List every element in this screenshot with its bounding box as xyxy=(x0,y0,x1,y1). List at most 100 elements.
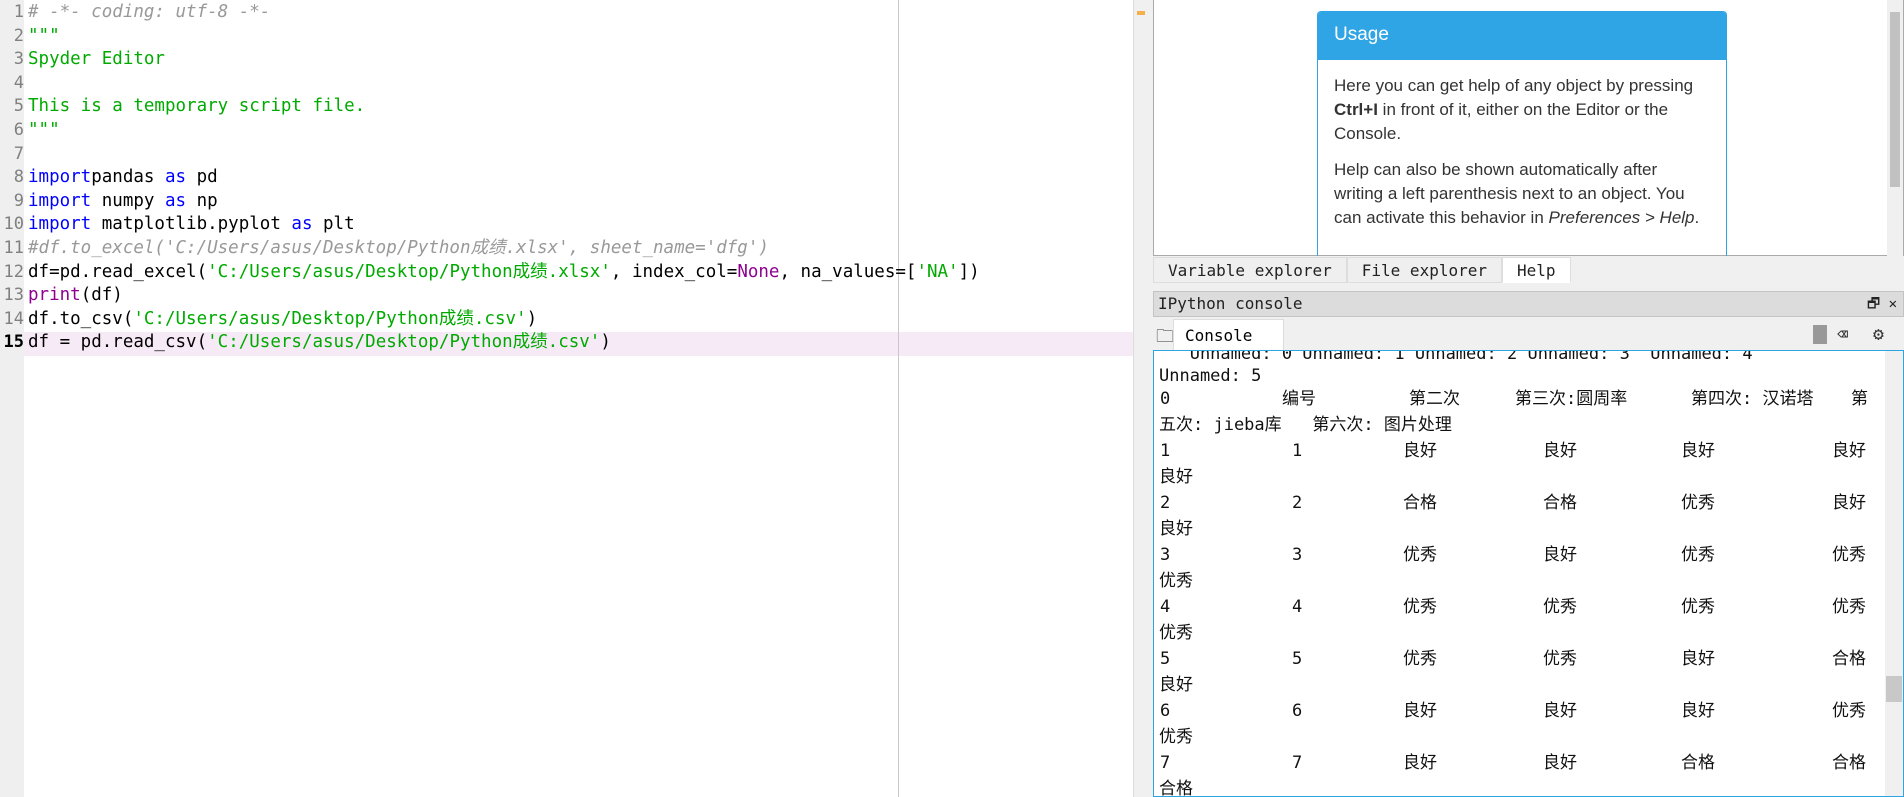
console-cell: 4 xyxy=(1292,597,1303,617)
console-cell: 优秀 xyxy=(1543,597,1577,617)
code-line: df = pd.read_csv('C:/Users/asus/Desktop/… xyxy=(28,331,611,355)
line-number: 5 xyxy=(13,96,24,117)
code-token: Spyder Editor xyxy=(28,49,165,70)
console-line: Unnamed: 5 xyxy=(1159,366,1262,386)
console-cell: 合格 xyxy=(1681,753,1715,773)
console-cell: 第四次: 汉诺塔 xyxy=(1691,389,1814,409)
warning-marker xyxy=(1137,11,1145,15)
usage-paragraph-1: Here you can get help of any object by p… xyxy=(1334,74,1710,146)
code-line: import matplotlib.pyplot as plt xyxy=(28,213,355,237)
console-cell: 5 xyxy=(1160,649,1171,669)
code-token: ) xyxy=(526,308,538,329)
code-token: import xyxy=(28,214,92,235)
help-pane: Usage Here you can get help of any objec… xyxy=(1153,0,1904,256)
console-cell: 优秀 xyxy=(1681,493,1715,513)
line-number: 6 xyxy=(13,120,24,140)
code-token: , index_col= xyxy=(610,261,738,282)
code-token: 'C:/Users/asus/Desktop/Python成绩.xlsx' xyxy=(207,261,611,282)
code-token: as xyxy=(164,167,187,188)
line-number: 4 xyxy=(13,72,24,93)
usage-paragraph-2: Help can also be shown automatically aft… xyxy=(1334,158,1710,230)
code-editor[interactable]: 1 2 3 4 5 6 7 8 9 10 11 12 13 14 15 # -*- coding: utf-… xyxy=(0,0,1133,797)
console-cell: 良好 xyxy=(1159,519,1193,539)
scrollbar-thumb[interactable] xyxy=(1890,12,1900,187)
code-line: print(df) xyxy=(28,284,123,308)
console-cell: 良好 xyxy=(1543,701,1577,721)
line-number-gutter: 1 2 3 4 5 6 7 8 9 10 11 12 13 14 15 xyxy=(0,0,24,797)
code-token: as xyxy=(291,214,313,235)
code-token: """ xyxy=(28,25,60,46)
console-cell: 1 xyxy=(1160,441,1171,461)
pane-title: IPython console xyxy=(1158,294,1303,313)
console-cell: 良好 xyxy=(1543,545,1577,565)
console-cell: 合格 xyxy=(1832,649,1866,669)
code-token: , na_values=[ xyxy=(779,261,917,282)
line-number: 10 xyxy=(3,214,24,235)
pane-splitter[interactable] xyxy=(1133,0,1153,797)
console-cell: 良好 xyxy=(1403,441,1437,461)
text: in front of it, either on the Editor or … xyxy=(1334,100,1669,143)
tab-file-explorer[interactable]: File explorer xyxy=(1346,257,1502,283)
scrollbar-thumb[interactable] xyxy=(1886,676,1902,702)
console-cell: 编号 xyxy=(1282,389,1316,409)
code-token: 'NA' xyxy=(916,261,959,282)
code-token: plt xyxy=(312,214,355,235)
code-token: df = pd.read_csv( xyxy=(28,332,208,353)
console-tab-row: 🗀 Console 1/A✕ ⌫ ⚙ xyxy=(1153,319,1904,376)
text: . xyxy=(1694,208,1700,227)
console-cell: 5 xyxy=(1292,649,1303,669)
code-line: df=pd.read_excel('C:/Users/asus/Desktop/… xyxy=(28,261,980,285)
console-output[interactable]: Unnamed: 0 Unnamed: 1 Unnamed: 2 Unnamed… xyxy=(1153,350,1904,797)
console-tab[interactable]: Console 1/A✕ xyxy=(1173,319,1284,376)
code-token: pandas xyxy=(91,167,165,188)
console-cell: 1 xyxy=(1292,441,1303,461)
console-cell: 优秀 xyxy=(1543,649,1577,669)
console-cell: 良好 xyxy=(1681,701,1715,721)
close-icon[interactable]: ✕ xyxy=(1889,296,1897,312)
help-scrollbar[interactable] xyxy=(1887,0,1903,256)
code-token: print xyxy=(28,285,81,306)
console-cell: 优秀 xyxy=(1832,701,1866,721)
line-number: 3 xyxy=(13,49,24,70)
console-cell: 良好 xyxy=(1832,441,1866,461)
console-cell: 优秀 xyxy=(1403,597,1437,617)
console-cell: 7 xyxy=(1292,753,1303,773)
line-number: 8 xyxy=(13,167,24,188)
console-scrollbar[interactable] xyxy=(1885,351,1903,796)
code-line: df.to_csv('C:/Users/asus/Desktop/Python成… xyxy=(28,308,537,332)
console-cell: 良好 xyxy=(1681,649,1715,669)
console-cell: 合格 xyxy=(1159,779,1193,797)
console-cell: 优秀 xyxy=(1159,623,1193,643)
code-token: df=pd.read_excel( xyxy=(28,261,208,282)
console-cell: 3 xyxy=(1292,545,1303,565)
console-cell: 2 xyxy=(1160,493,1171,513)
stop-icon[interactable] xyxy=(1813,325,1827,344)
usage-title: Usage xyxy=(1318,12,1726,60)
ipython-console-header: IPython console 🗗 ✕ xyxy=(1153,291,1904,317)
code-token: df.to_csv( xyxy=(28,308,134,329)
code-token: ) xyxy=(600,332,611,353)
code-line: importpandas as pd xyxy=(28,166,218,190)
undock-icon[interactable]: 🗗 xyxy=(1867,296,1880,312)
console-cell: 五次: jieba库 第六次: 图片处理 xyxy=(1159,415,1452,435)
code-token: import xyxy=(28,167,92,188)
console-cell: 3 xyxy=(1160,545,1171,565)
code-line: """ xyxy=(28,25,60,49)
console-cell: 良好 xyxy=(1681,441,1715,461)
gear-icon[interactable]: ⚙ xyxy=(1873,324,1884,345)
console-cell: 优秀 xyxy=(1403,649,1437,669)
console-cell: 2 xyxy=(1292,493,1303,513)
line-number: 2 xyxy=(13,25,24,46)
edge-line xyxy=(898,0,899,797)
console-cell: 优秀 xyxy=(1681,597,1715,617)
console-cell: 良好 xyxy=(1543,753,1577,773)
code-token: pd xyxy=(186,167,218,188)
eraser-icon[interactable]: ⌫ xyxy=(1837,324,1848,345)
console-cell: 合格 xyxy=(1543,493,1577,513)
console-cell: 优秀 xyxy=(1832,545,1866,565)
tab-variable-explorer[interactable]: Variable explorer xyxy=(1153,257,1347,283)
line-number: 14 xyxy=(3,308,24,329)
console-cell: 0 xyxy=(1160,389,1171,409)
console-cell: 良好 xyxy=(1832,493,1866,513)
tab-help[interactable]: Help xyxy=(1502,257,1571,283)
